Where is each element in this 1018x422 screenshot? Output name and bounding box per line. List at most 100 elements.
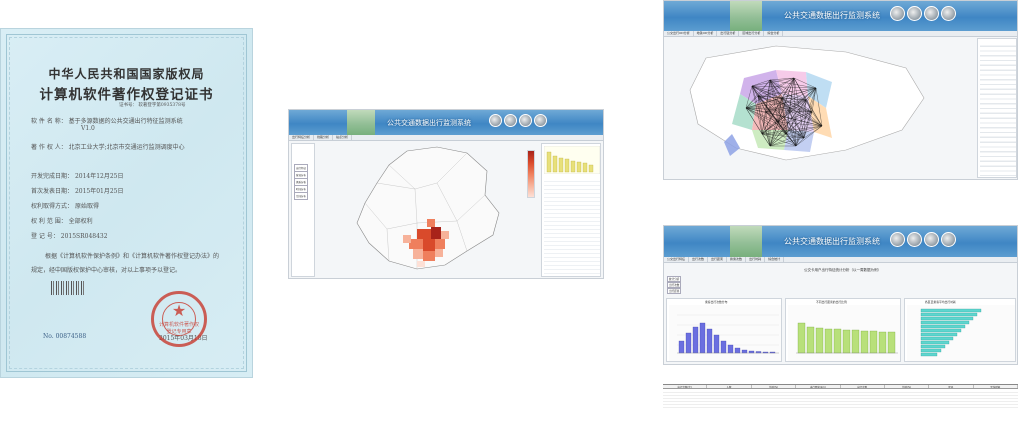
- chart-bar: [806, 326, 815, 354]
- tab-bus-od[interactable]: 公交出行OD分析: [664, 31, 694, 36]
- chart-bar: [920, 320, 970, 325]
- chart-bar: [727, 344, 734, 354]
- tab-line[interactable]: 线路分析: [314, 135, 334, 140]
- cert-row-value: 2015年01月25日: [74, 188, 124, 195]
- cert-row-dev-date: 开发完成日期： 2014年12月25日: [31, 171, 123, 180]
- bus-icon: [489, 114, 502, 127]
- chart-bar: [869, 330, 878, 354]
- banner-city-graphic: [730, 1, 762, 31]
- menu-bar: 公交出行OD分析 地铁OD分析 出行链分析 区域出行分析 综合分析: [664, 31, 1017, 37]
- color-legend: [527, 150, 535, 198]
- tab-region[interactable]: 区域出行分析: [739, 31, 765, 36]
- cert-serial-label: No.: [43, 333, 54, 340]
- tab-summary[interactable]: 综合统计: [765, 257, 785, 262]
- tab-trip-count[interactable]: 出行次数: [689, 257, 709, 262]
- app-banner: 公共交通数据出行监测系统: [664, 226, 1017, 257]
- bar-chart-trip-count: [669, 305, 781, 361]
- system-title: 公共交通数据出行监测系统: [784, 237, 880, 246]
- cert-row-pub-date: 首次发表日期： 2015年01月25日: [31, 186, 123, 195]
- chart-title: 乘客出行次数分布: [705, 300, 728, 304]
- cert-row-version: V1.0: [81, 125, 95, 132]
- right-list-panel: [977, 38, 1017, 178]
- cert-row-value: 全部权利: [68, 218, 93, 225]
- train-icon: [504, 114, 517, 127]
- chart-bar: [815, 327, 824, 354]
- right-data-panel: [541, 143, 601, 277]
- certificate-title-line1: 中华人民共和国国家版权局: [48, 67, 205, 81]
- chart-bar: [692, 326, 699, 354]
- cert-row-label: 权 利 范 围：: [31, 218, 67, 225]
- choropleth-map[interactable]: [317, 143, 527, 277]
- chart-bar: [741, 349, 748, 354]
- cert-row-value: 原始取得: [74, 203, 99, 210]
- table-header-row: 出行次数(次) 人数 比例(%) 出行距离(km) 出行次数 比例(%) 区县 平均时耗: [663, 385, 1018, 389]
- table-header-cell: 比例(%): [752, 385, 797, 388]
- region-list[interactable]: [980, 42, 1016, 176]
- chart-bar: [842, 329, 851, 354]
- chart-bar: [699, 322, 706, 354]
- bar-chart-distance: [788, 305, 900, 361]
- tab-overall[interactable]: 综合分析: [764, 31, 784, 36]
- seal-text-bottom: 登记专用章: [166, 329, 192, 335]
- tab-transfer[interactable]: 换乘次数: [727, 257, 747, 262]
- table-header-cell: 出行次数(次): [663, 385, 708, 388]
- certificate-number: 证书号： 软著登字第0935378号: [119, 103, 186, 108]
- chart-bar: [748, 350, 755, 354]
- app-screenshot-od-network: 公共交通数据出行监测系统 公交出行OD分析 地铁OD分析 出行链分析 区域出行分…: [663, 0, 1018, 180]
- chart-panel-district-time: 各区县乘客平均出行时耗: [904, 298, 1016, 362]
- table-header-cell: 比例(%): [885, 385, 930, 388]
- mini-bar-chart: [544, 146, 600, 174]
- menu-bar: 出行特征分析 线路分析 站点分析: [289, 135, 603, 141]
- chart-bar: [920, 352, 938, 357]
- cert-row-value: 2015SR048432: [60, 233, 108, 240]
- banner-city-graphic: [347, 110, 375, 135]
- tab-bus-feature[interactable]: 公交出行特征: [664, 257, 690, 262]
- app-screenshot-statistics: 公共交通数据出行监测系统 公交出行特征 出行次数 出行距离 换乘次数 出行时耗 …: [663, 225, 1018, 365]
- chart-bar: [685, 332, 692, 354]
- chart-bar: [920, 312, 978, 317]
- bike-icon: [924, 6, 939, 21]
- bus-icon: [890, 232, 905, 247]
- tab-subway-od[interactable]: 地铁OD分析: [694, 31, 718, 36]
- bike-icon: [924, 232, 939, 247]
- table-body: [663, 390, 1018, 408]
- chart-bar: [878, 331, 887, 354]
- tab-trip-time[interactable]: 出行时耗: [746, 257, 766, 262]
- table-header-cell: 人数: [707, 385, 752, 388]
- chart-title: 各区县乘客平均出行时耗: [925, 300, 956, 304]
- car-icon: [534, 114, 547, 127]
- tab-station[interactable]: 站点分析: [333, 135, 353, 140]
- left-menu-item[interactable]: 空间分布: [294, 192, 309, 200]
- cert-row-value: 北京工业大学;北京市交通运行监测调度中心: [68, 144, 185, 151]
- menu-bar: 公交出行特征 出行次数 出行距离 换乘次数 出行时耗 综合统计: [664, 257, 1017, 263]
- cert-row-scope: 权 利 范 围： 全部权利: [31, 216, 93, 225]
- chart-bar: [920, 340, 950, 345]
- table-header-cell: 出行次数: [841, 385, 885, 388]
- left-button[interactable]: 出行距离: [667, 288, 682, 294]
- tab-trip-distance[interactable]: 出行距离: [708, 257, 728, 262]
- chart-bar: [734, 347, 741, 354]
- cert-row-label: 权利取得方式：: [31, 203, 74, 210]
- statistics-table: 出行次数(次) 人数 比例(%) 出行距离(km) 出行次数 比例(%) 区县 平均时耗: [663, 384, 1018, 408]
- chart-bar: [920, 332, 958, 337]
- chart-bar: [720, 340, 727, 354]
- train-icon: [907, 6, 922, 21]
- hbar-chart-district: [907, 305, 1015, 361]
- seal-text-mid: 计算机软件著作权: [158, 322, 199, 328]
- chart-title: 不同出行距离的出行比例: [816, 300, 847, 304]
- chart-bar: [860, 330, 869, 354]
- cert-row-label: 著 作 权 人：: [31, 144, 67, 151]
- app-screenshot-choropleth: 公共交通数据出行监测系统 出行特征分析 线路分析 站点分析 出行特征 客流分布 …: [288, 109, 604, 279]
- tab-trip-chain[interactable]: 出行链分析: [717, 31, 740, 36]
- cert-row-value: 基于多源数据的公共交通出行特征监测系统: [68, 118, 183, 125]
- cert-serial-value: 00874588: [55, 333, 87, 340]
- system-title: 公共交通数据出行监测系统: [784, 11, 880, 20]
- od-flow-map[interactable]: [666, 38, 976, 178]
- chart-bar: [920, 344, 946, 349]
- cert-body-line1: 根据《计算机软件保护条例》和《计算机软件著作权登记办法》的: [45, 253, 220, 260]
- tab-travel[interactable]: 出行特征分析: [289, 135, 315, 140]
- collage-canvas: 中华人民共和国国家版权局 计算机软件著作权登记证书 证书号： 软著登字第0935…: [0, 0, 1018, 422]
- barcode-image: [51, 281, 85, 295]
- table-header-cell: 区县: [929, 385, 974, 388]
- car-icon: [941, 6, 956, 21]
